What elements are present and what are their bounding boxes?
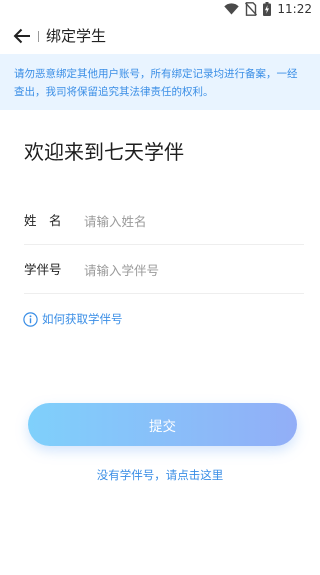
name-row: 姓 名 — [24, 196, 304, 245]
submit-button[interactable]: 提交 — [28, 403, 297, 446]
nav-bar: 绑定学生 — [0, 18, 320, 54]
how-to-get-id-link[interactable]: 如何获取学伴号 — [23, 310, 123, 328]
status-bar: 11:22 — [0, 0, 320, 18]
arrow-left-icon — [13, 28, 30, 44]
help-link-text: 如何获取学伴号 — [42, 312, 123, 326]
student-id-row: 学伴号 — [24, 245, 304, 294]
battery-charging-icon — [263, 2, 272, 16]
no-sim-icon — [245, 2, 258, 16]
no-student-id-link[interactable]: 没有学伴号，请点击这里 — [0, 466, 320, 484]
status-icons: 11:22 — [224, 1, 312, 17]
submit-label: 提交 — [149, 418, 176, 435]
info-icon — [23, 311, 38, 327]
welcome-heading: 欢迎来到七天学伴 — [24, 140, 184, 164]
student-id-label: 学伴号 — [24, 262, 62, 277]
student-id-input[interactable] — [84, 257, 294, 283]
status-time: 11:22 — [277, 2, 312, 16]
name-label: 姓 名 — [24, 213, 62, 228]
nav-divider — [38, 31, 39, 42]
back-button[interactable] — [10, 24, 34, 48]
page-title: 绑定学生 — [46, 27, 107, 45]
warning-notice: 请勿恶意绑定其他用户账号，所有绑定记录均进行备案，一经查出，我司将保留追究其法律… — [0, 54, 320, 110]
notice-text: 请勿恶意绑定其他用户账号，所有绑定记录均进行备案，一经查出，我司将保留追究其法律… — [14, 68, 298, 98]
wifi-icon — [224, 3, 240, 15]
name-input[interactable] — [84, 208, 294, 234]
